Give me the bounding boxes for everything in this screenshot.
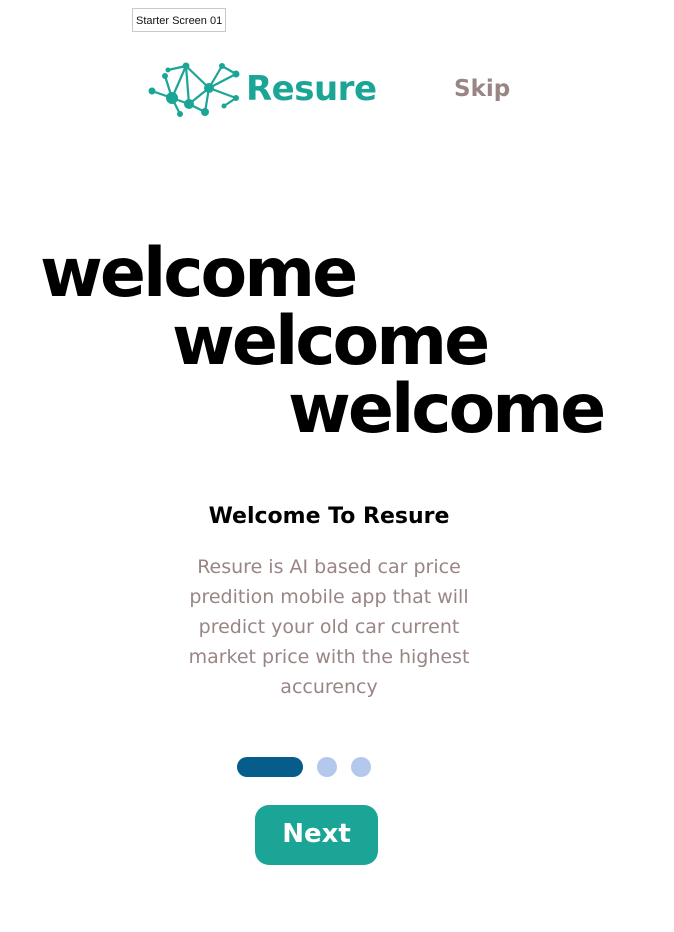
- page-indicator-active[interactable]: [237, 757, 303, 777]
- welcome-line-3: welcome: [288, 370, 606, 449]
- page-indicator-dot-2[interactable]: [317, 757, 337, 777]
- page-indicator-dot-3[interactable]: [351, 757, 371, 777]
- logo: Resure: [148, 60, 377, 118]
- skip-button[interactable]: Skip: [454, 76, 510, 102]
- welcome-line-1: welcome: [40, 234, 358, 313]
- logo-text: Resure: [246, 69, 377, 109]
- next-button[interactable]: Next: [255, 805, 378, 865]
- intro-description: Resure is AI based car price predition m…: [188, 556, 470, 698]
- welcome-line-2: welcome: [172, 302, 490, 381]
- frame-label: Starter Screen 01: [132, 8, 227, 32]
- page-heading: Welcome To Resure: [208, 504, 450, 529]
- page-indicator: [237, 757, 371, 777]
- network-nodes-icon: [148, 62, 240, 117]
